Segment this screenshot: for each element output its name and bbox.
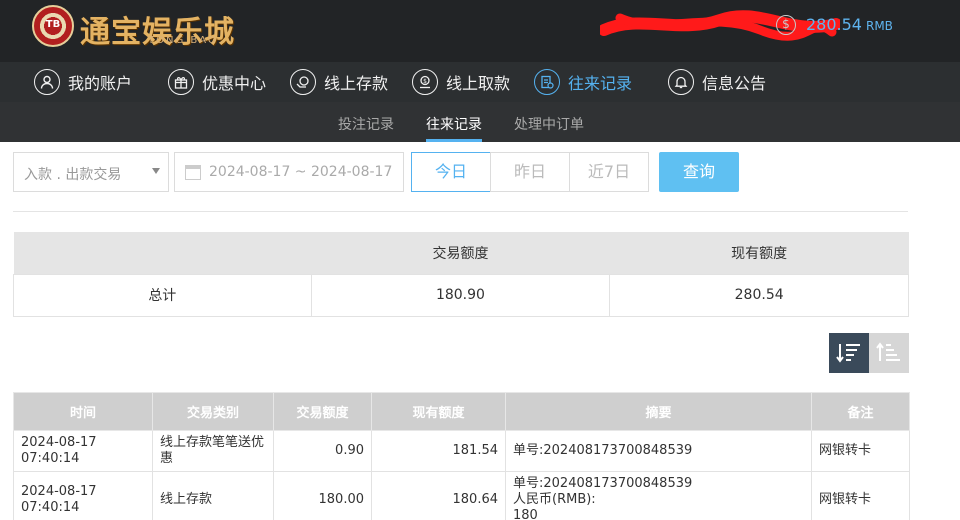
sort-ascending-button[interactable] (869, 333, 909, 373)
summary-total-label: 总计 (13, 273, 312, 317)
column-header-remark[interactable]: 备注 (811, 392, 910, 431)
cell-time: 2024-08-17 07:40:14 (13, 430, 153, 472)
query-button[interactable]: 查询 (659, 152, 739, 192)
svg-text:$: $ (423, 78, 427, 85)
cell-remark: 网银转卡 (811, 430, 910, 472)
deposit-icon (290, 69, 316, 95)
nav-item-my-account[interactable]: 我的账户 (34, 68, 132, 96)
table-row: 2024-08-17 07:40:14 线上存款笔笔送优惠 0.90 181.5… (13, 430, 910, 472)
casino-chip-logo-icon: TB (32, 5, 74, 47)
tab-transaction-records[interactable]: 往来记录 (426, 114, 482, 134)
cell-amount: 0.90 (273, 430, 372, 472)
column-header-amount[interactable]: 交易额度 (273, 392, 372, 431)
nav-item-announcements[interactable]: 信息公告 (668, 68, 766, 96)
cell-time: 2024-08-17 07:40:14 (13, 471, 153, 520)
cell-balance: 181.54 (371, 430, 506, 472)
cell-remark: 网银转卡 (811, 471, 910, 520)
user-icon (34, 69, 60, 95)
summary-total-balance: 280.54 (609, 273, 909, 317)
caret-down-icon (152, 168, 160, 174)
sort-descending-button[interactable] (829, 333, 869, 373)
cell-type: 线上存款笔笔送优惠 (152, 430, 274, 472)
dollar-coin-icon: $ (776, 15, 796, 35)
withdraw-icon: $ (412, 69, 438, 95)
summary-header-blank (13, 232, 312, 274)
period-yesterday-button[interactable]: 昨日 (490, 152, 570, 192)
date-range-input[interactable]: 2024-08-17 ~ 2024-08-17 (174, 152, 404, 192)
redaction-scribble (600, 10, 840, 41)
divider (13, 211, 908, 212)
bell-icon (668, 69, 694, 95)
records-table: 时间 交易类别 交易额度 现有额度 摘要 备注 2024-08-17 07:40… (13, 392, 910, 520)
summary-total-row: 总计 180.90 280.54 (13, 273, 909, 317)
summary-table: 交易额度 现有额度 总计 180.90 280.54 (13, 232, 909, 317)
main-nav: 我的账户 优惠中心 线上存款 $ 线上取款 往来记录 信息公告 (0, 62, 960, 102)
summary-header-amount: 交易额度 (311, 232, 610, 274)
transaction-type-select[interactable]: 入款 . 出款交易 (13, 152, 169, 192)
column-header-time[interactable]: 时间 (13, 392, 153, 431)
cell-amount: 180.00 (273, 471, 372, 520)
summary-total-amount: 180.90 (310, 273, 611, 317)
nav-item-promotions[interactable]: 优惠中心 (168, 68, 266, 96)
column-header-summary[interactable]: 摘要 (505, 392, 812, 431)
nav-item-online-withdraw[interactable]: $ 线上取款 (412, 68, 510, 96)
sub-nav: 投注记录 往来记录 处理中订单 (0, 102, 960, 142)
cell-summary: 单号:202408173700848539 (505, 430, 812, 472)
cell-type: 线上存款 (152, 471, 274, 520)
site-logo[interactable]: TB 通宝娱乐城 TONG BAO (32, 5, 234, 50)
active-tab-indicator (426, 139, 482, 142)
summary-header-balance: 现有额度 (609, 232, 909, 274)
nav-item-online-deposit[interactable]: 线上存款 (290, 68, 388, 96)
nav-item-transaction-records[interactable]: 往来记录 (534, 68, 632, 96)
sort-descending-icon (836, 344, 860, 363)
period-last7days-button[interactable]: 近7日 (569, 152, 649, 192)
calendar-icon (185, 165, 201, 180)
account-balance: 280.54 RMB (806, 15, 893, 34)
logo-subtitle: TONG BAO (148, 35, 218, 46)
cell-summary: 单号:202408173700848539 人民币(RMB): 180 (505, 471, 812, 520)
period-today-button[interactable]: 今日 (411, 152, 491, 192)
records-header-row: 时间 交易类别 交易额度 现有额度 摘要 备注 (13, 392, 910, 431)
table-row: 2024-08-17 07:40:14 线上存款 180.00 180.64 单… (13, 471, 910, 520)
tab-bet-records[interactable]: 投注记录 (338, 114, 394, 134)
records-icon (534, 69, 560, 95)
tab-pending-orders[interactable]: 处理中订单 (514, 114, 584, 134)
top-header: TB 通宝娱乐城 TONG BAO $ 280.54 RMB (0, 0, 960, 62)
gift-icon (168, 69, 194, 95)
column-header-type[interactable]: 交易类别 (152, 392, 274, 431)
sort-ascending-icon (876, 342, 900, 361)
cell-balance: 180.64 (371, 471, 506, 520)
column-header-balance[interactable]: 现有额度 (371, 392, 506, 431)
summary-header-row: 交易额度 现有额度 (13, 232, 909, 274)
